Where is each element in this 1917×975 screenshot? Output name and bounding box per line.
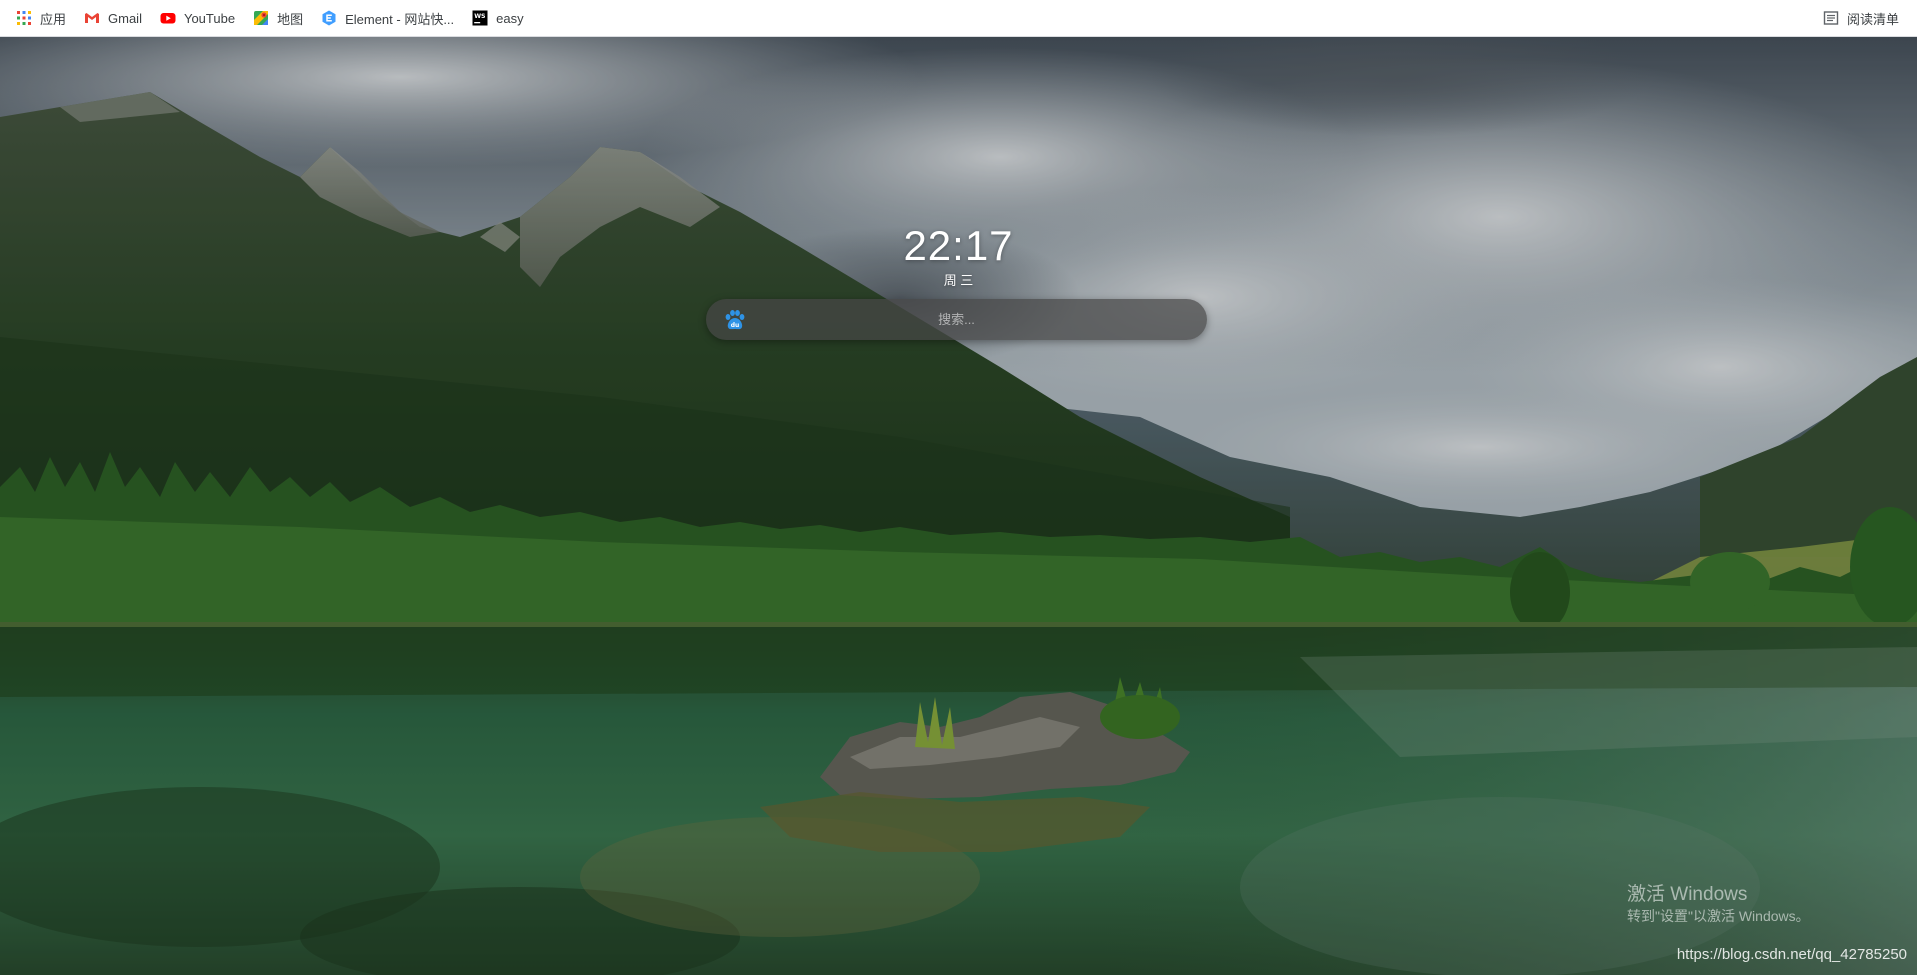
reading-list-button[interactable]: 阅读清单 [1815,4,1907,32]
bookmark-label: Gmail [108,10,142,26]
bookmark-label: 地图 [277,11,304,27]
search-box[interactable]: du [706,298,1207,341]
bookmark-label: 应用 [40,11,67,27]
youtube-icon [160,10,176,26]
gmail-icon [84,10,100,26]
apps-grid-icon [16,10,32,26]
bookmark-label: Element - 网站快... [345,11,455,27]
activate-windows-title: 激活 Windows [1627,884,1748,905]
bookmarks-bar: 应用 Gmail YouTube 地图 Element - 网站快... WS … [0,0,1917,37]
svg-text:WS: WS [474,13,485,20]
activate-windows-subtitle: 转到"设置"以激活 Windows。 [1627,908,1810,924]
reading-list-icon [1823,10,1839,26]
svg-text:du: du [731,322,740,329]
bookmark-youtube[interactable]: YouTube [152,4,243,32]
maps-icon [253,10,269,26]
webstorm-icon: WS [472,10,488,26]
reading-list-label: 阅读清单 [1846,11,1899,27]
clock-weekday: 周 三 [943,273,974,288]
clock-time: 22:17 [903,222,1014,269]
bookmark-label: easy [496,10,524,26]
element-icon [321,10,337,26]
landscape-image [0,37,1917,975]
bookmark-easy[interactable]: WS easy [464,4,531,32]
bookmark-gmail[interactable]: Gmail [76,4,150,32]
baidu-paw-icon[interactable]: du [722,307,748,333]
bookmark-label: YouTube [183,10,236,26]
bookmark-maps[interactable]: 地图 [245,4,311,32]
bookmark-apps[interactable]: 应用 [8,4,74,32]
bookmark-element[interactable]: Element - 网站快... [313,4,462,32]
search-input[interactable] [748,298,1165,341]
background-landscape [0,37,1917,975]
source-url: https://blog.csdn.net/qq_42785250 [1676,946,1907,963]
